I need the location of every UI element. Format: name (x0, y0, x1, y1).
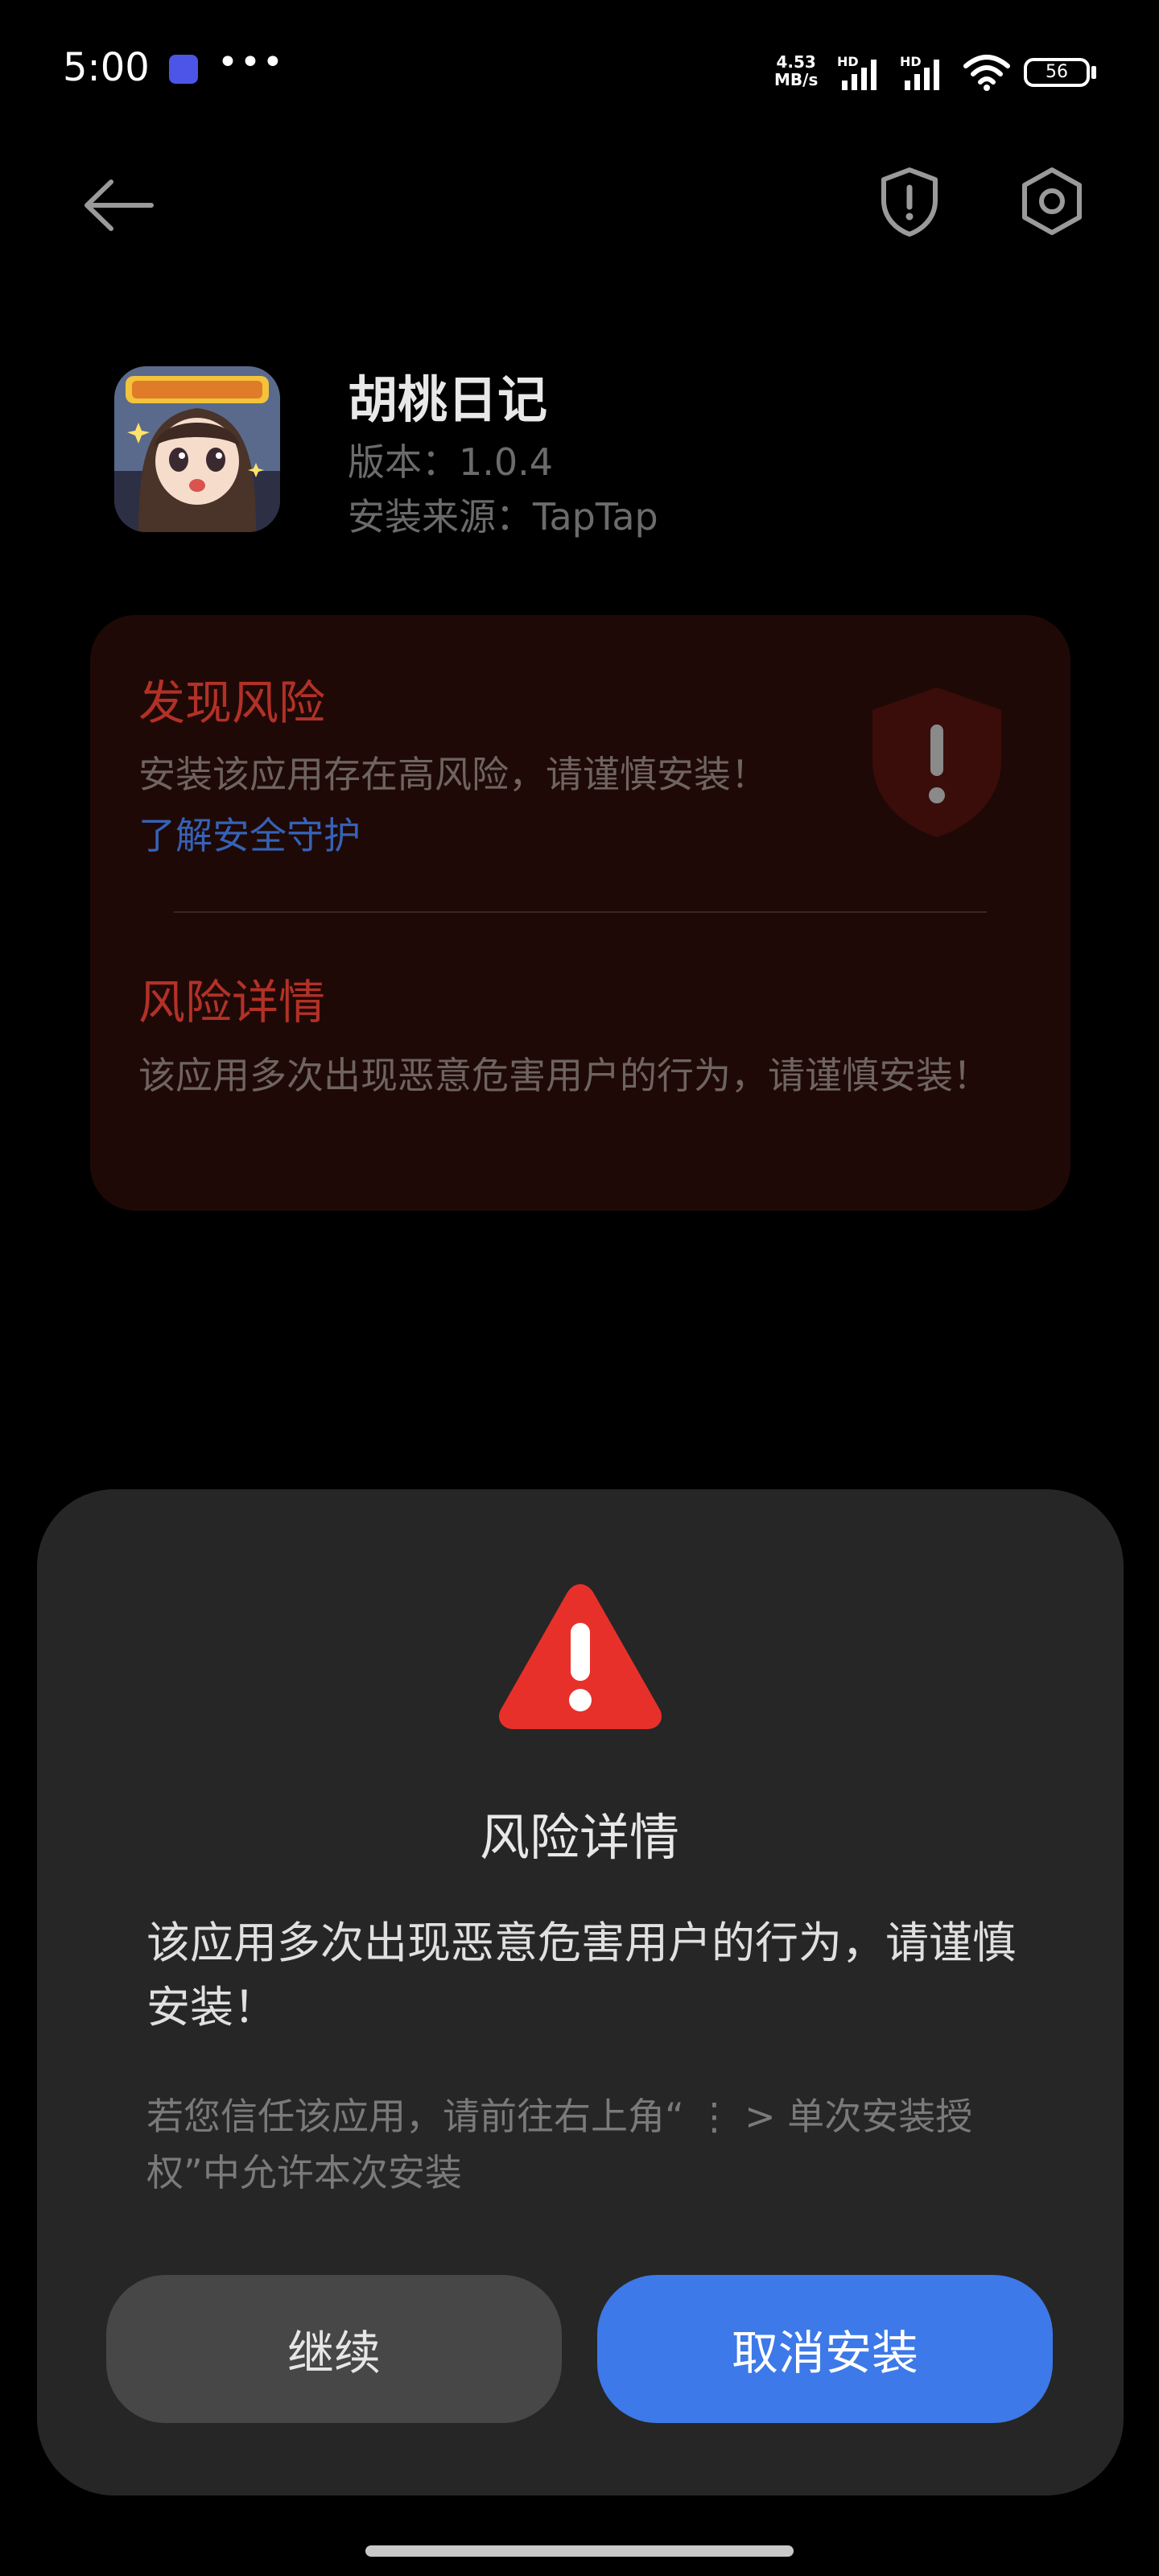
hd-label-2: HD (900, 54, 922, 69)
back-arrow-icon[interactable] (82, 169, 155, 242)
anime-girl-icon (114, 366, 280, 532)
home-indicator[interactable] (365, 2545, 794, 2557)
status-more-icon: ••• (217, 42, 285, 83)
dialog-title: 风险详情 (479, 1808, 679, 1867)
network-speed-value: 4.53 (776, 52, 816, 72)
dialog-message: 该应用多次出现恶意危害用户的行为，请谨慎安装！ (146, 1918, 1016, 2033)
network-speed-unit: MB/s (774, 70, 819, 89)
risk-detail-title: 风险详情 (138, 975, 326, 1030)
wifi-icon (963, 55, 1010, 91)
battery-tip (1091, 66, 1096, 79)
signal-1-icon: HD (837, 54, 876, 90)
hd-label-1: HD (837, 54, 859, 69)
network-speed: 4.53 MB/s (774, 53, 818, 89)
security-shield-icon[interactable] (877, 165, 942, 237)
app-icon (114, 366, 280, 532)
battery-indicator: 56 (1024, 58, 1090, 87)
risk-found-description: 安装该应用存在高风险，请谨慎安装！ 了解安全守护 (138, 744, 782, 866)
cancel-install-button[interactable]: 取消安装 (597, 2275, 1053, 2423)
app-install-source: 安装来源：TapTap (348, 495, 658, 539)
app-version: 版本：1.0.4 (348, 440, 554, 484)
signal-2-icon: HD (900, 54, 939, 90)
risk-card-divider (174, 911, 987, 913)
risk-found-title: 发现风险 (138, 675, 326, 730)
risk-description-text: 安装该应用存在高风险，请谨慎安装！ (138, 753, 768, 796)
learn-security-link[interactable]: 了解安全守护 (138, 814, 361, 857)
status-time: 5:00 (63, 45, 150, 90)
app-name: 胡桃日记 (348, 370, 548, 429)
continue-button[interactable]: 继续 (106, 2275, 562, 2423)
dialog-hint: 若您信任该应用，请前往右上角“ ⋮ > 单次安装授权”中允许本次安装 (146, 2095, 973, 2194)
risk-detail-description: 该应用多次出现恶意危害用户的行为，请谨慎安装！ (138, 1054, 990, 1097)
warning-triangle-icon (498, 1584, 662, 1729)
settings-icon[interactable] (1016, 165, 1088, 237)
notification-app-icon (169, 55, 198, 84)
risk-shield-icon (872, 687, 1001, 837)
